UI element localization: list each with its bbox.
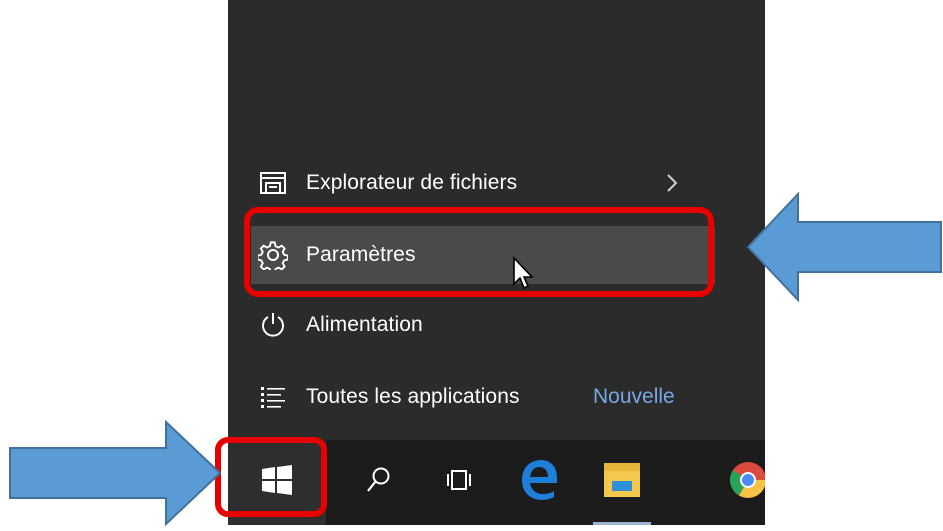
chrome-icon <box>728 460 765 505</box>
new-badge: Nouvelle <box>593 385 675 408</box>
file-explorer-icon <box>258 168 288 198</box>
edge-button[interactable] <box>500 440 578 525</box>
callout-arrow-start <box>9 420 222 526</box>
mouse-cursor-icon <box>512 255 538 297</box>
menu-item-label: Toutes les applications <box>306 385 520 408</box>
active-app-underline <box>593 522 651 525</box>
all-apps-list-icon <box>258 382 288 412</box>
search-icon <box>366 466 392 499</box>
edge-icon <box>518 459 560 506</box>
menu-item-all-apps[interactable]: Toutes les applications Nouvelle <box>228 369 738 425</box>
menu-item-label: Explorateur de fichiers <box>306 171 518 194</box>
callout-arrow-settings <box>746 192 942 302</box>
menu-item-label: Alimentation <box>306 313 423 336</box>
file-explorer-icon <box>602 461 642 504</box>
task-view-icon <box>445 467 473 498</box>
chrome-button[interactable] <box>728 440 765 525</box>
start-highlight-box <box>215 437 327 517</box>
chevron-right-icon[interactable] <box>666 173 678 198</box>
task-view-button[interactable] <box>420 440 498 525</box>
power-icon <box>258 310 288 340</box>
settings-highlight-box <box>244 207 714 297</box>
taskbar-search-button[interactable] <box>340 440 418 525</box>
menu-item-power[interactable]: Alimentation <box>228 297 738 353</box>
menu-item-file-explorer[interactable]: Explorateur de fichiers <box>228 155 738 211</box>
file-explorer-taskbar-button[interactable] <box>583 440 661 525</box>
